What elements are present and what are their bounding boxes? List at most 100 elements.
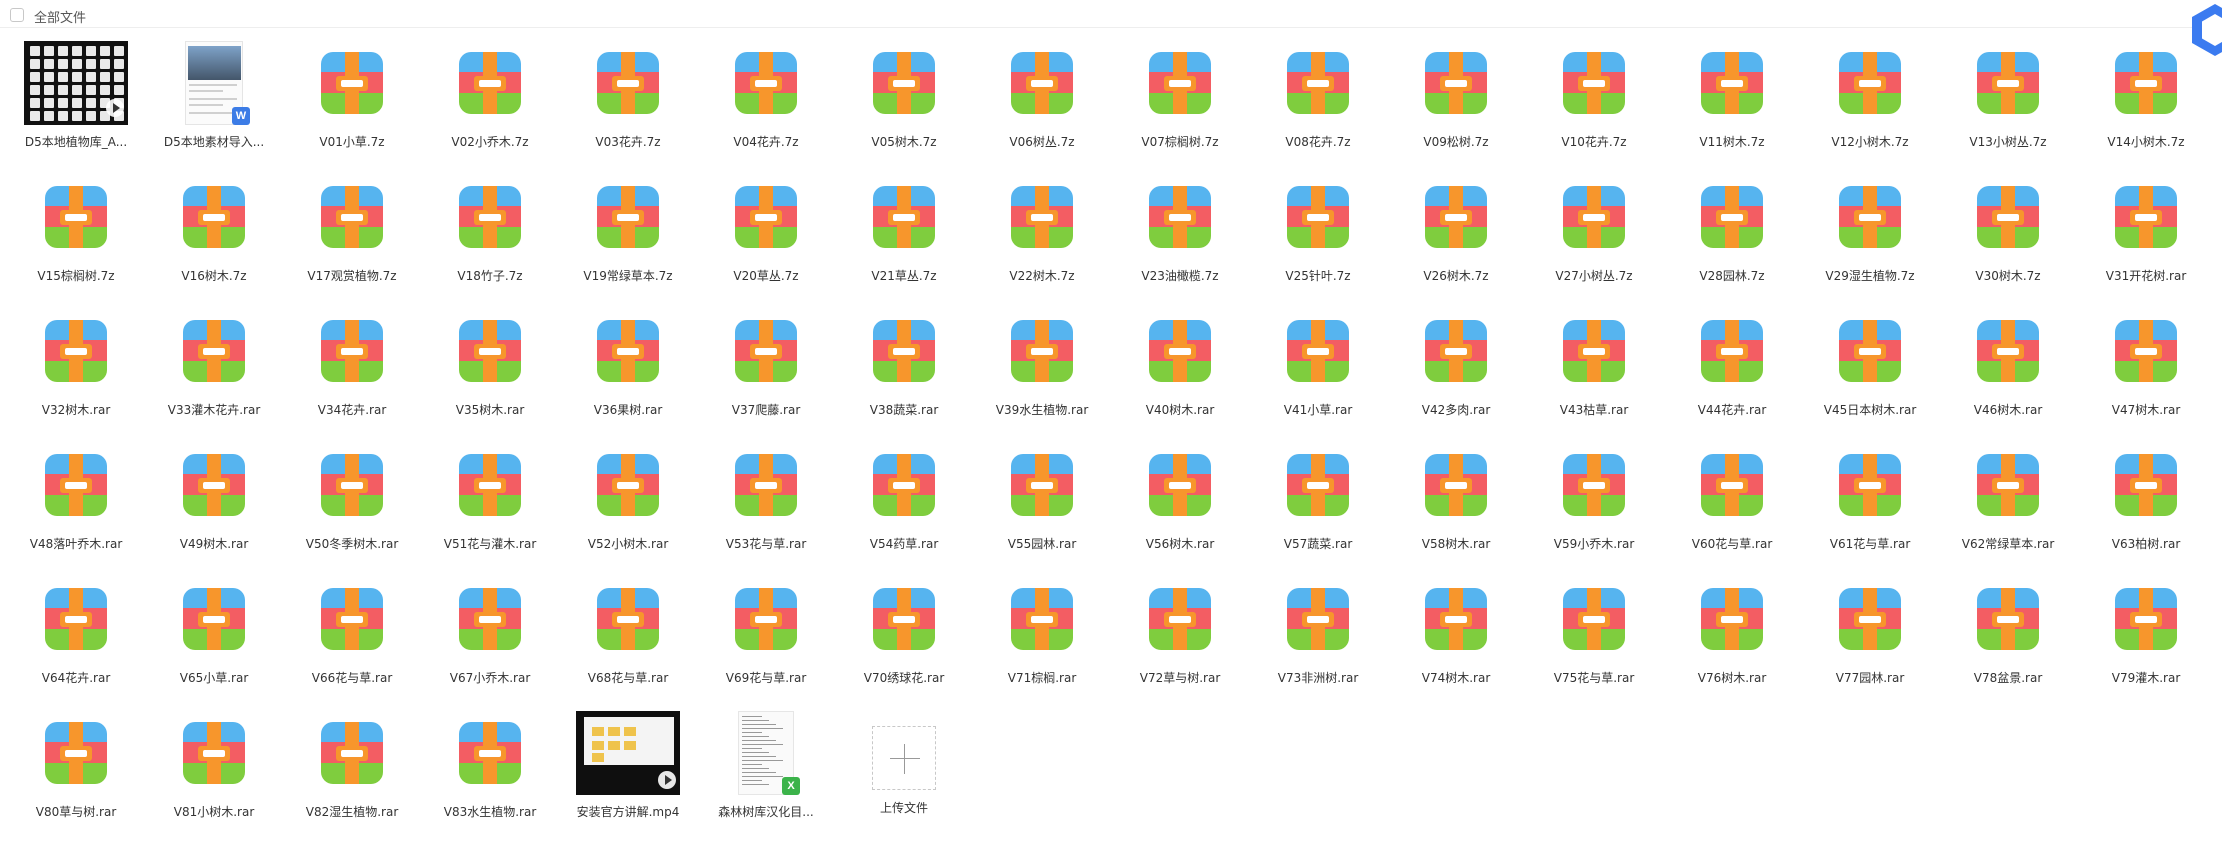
file-item[interactable]: V75花与草.rar [1525,572,1663,706]
file-name: 安装官方讲解.mp4 [576,805,680,819]
file-item[interactable]: V60花与草.rar [1663,438,1801,572]
file-item[interactable]: V56树木.rar [1111,438,1249,572]
upload-file-button[interactable]: 上传文件 [835,706,973,840]
file-name: V80草与树.rar [35,805,117,819]
file-item[interactable]: V41小草.rar [1249,304,1387,438]
archive-file-icon [2115,320,2177,382]
file-item[interactable]: V19常绿草本.7z [559,170,697,304]
file-item[interactable]: V40树木.rar [1111,304,1249,438]
file-item[interactable]: V49树木.rar [145,438,283,572]
file-item[interactable]: V70绣球花.rar [835,572,973,706]
file-item[interactable]: V35树木.rar [421,304,559,438]
file-item[interactable]: V57蔬菜.rar [1249,438,1387,572]
file-item[interactable]: V51花与灌木.rar [421,438,559,572]
file-item[interactable]: V76树木.rar [1663,572,1801,706]
file-item[interactable]: V28园林.7z [1663,170,1801,304]
file-item[interactable]: V31开花树.rar [2077,170,2215,304]
file-item[interactable]: V22树木.7z [973,170,1111,304]
file-item[interactable]: V61花与草.rar [1801,438,1939,572]
file-item[interactable]: V66花与草.rar [283,572,421,706]
file-item[interactable]: V55园林.rar [973,438,1111,572]
breadcrumb-all-files[interactable]: 全部文件 [34,7,86,26]
file-item[interactable]: V33灌木花卉.rar [145,304,283,438]
select-all-checkbox[interactable] [10,8,24,22]
file-item[interactable]: V37爬藤.rar [697,304,835,438]
file-name: V58树木.rar [1421,537,1491,551]
file-item[interactable]: V08花卉.7z [1249,36,1387,170]
file-item[interactable]: V83水生植物.rar [421,706,559,840]
file-item[interactable]: V58树木.rar [1387,438,1525,572]
file-item[interactable]: V74树木.rar [1387,572,1525,706]
file-item[interactable]: V01小草.7z [283,36,421,170]
file-item[interactable]: V68花与草.rar [559,572,697,706]
file-item[interactable]: V63柏树.rar [2077,438,2215,572]
file-item[interactable]: V12小树木.7z [1801,36,1939,170]
file-item[interactable]: V69花与草.rar [697,572,835,706]
file-item[interactable]: X 森林树库汉化目... [697,706,835,840]
file-item[interactable]: V25针叶.7z [1249,170,1387,304]
file-item[interactable]: W D5本地素材导入... [145,36,283,170]
file-item[interactable]: V18竹子.7z [421,170,559,304]
file-item[interactable]: V15棕榈树.7z [7,170,145,304]
file-thumbnail [1542,577,1646,661]
file-item[interactable]: V30树木.7z [1939,170,2077,304]
file-item[interactable]: V71棕榈.rar [973,572,1111,706]
file-item[interactable]: V13小树丛.7z [1939,36,2077,170]
file-item[interactable]: V80草与树.rar [7,706,145,840]
file-item[interactable]: V48落叶乔木.rar [7,438,145,572]
file-item[interactable]: V81小树木.rar [145,706,283,840]
upload-plus-icon[interactable] [872,726,936,790]
file-item[interactable]: V53花与草.rar [697,438,835,572]
file-item[interactable]: V17观赏植物.7z [283,170,421,304]
file-item[interactable]: V47树木.rar [2077,304,2215,438]
file-item[interactable]: V03花卉.7z [559,36,697,170]
file-item[interactable]: D5本地植物库_A... [7,36,145,170]
file-item[interactable]: V54药草.rar [835,438,973,572]
file-item[interactable]: V72草与树.rar [1111,572,1249,706]
file-item[interactable]: V27小树丛.7z [1525,170,1663,304]
file-item[interactable]: V52小树木.rar [559,438,697,572]
file-item[interactable]: V29湿生植物.7z [1801,170,1939,304]
file-item[interactable]: V21草丛.7z [835,170,973,304]
file-item[interactable]: V04花卉.7z [697,36,835,170]
file-item[interactable]: V82湿生植物.rar [283,706,421,840]
file-item[interactable]: V05树木.7z [835,36,973,170]
file-item[interactable]: V46树木.rar [1939,304,2077,438]
file-item[interactable]: V06树丛.7z [973,36,1111,170]
file-item[interactable]: V62常绿草本.rar [1939,438,2077,572]
file-item[interactable]: V44花卉.rar [1663,304,1801,438]
file-thumbnail [162,175,266,259]
file-item[interactable]: V64花卉.rar [7,572,145,706]
file-item[interactable]: V67小乔木.rar [421,572,559,706]
file-item[interactable]: V78盆景.rar [1939,572,2077,706]
file-item[interactable]: V26树木.7z [1387,170,1525,304]
file-item[interactable]: V79灌木.rar [2077,572,2215,706]
file-item[interactable]: V50冬季树木.rar [283,438,421,572]
file-item[interactable]: V38蔬菜.rar [835,304,973,438]
file-item[interactable]: V10花卉.7z [1525,36,1663,170]
file-item[interactable]: V39水生植物.rar [973,304,1111,438]
file-item[interactable]: 安装官方讲解.mp4 [559,706,697,840]
file-item[interactable]: V32树木.rar [7,304,145,438]
file-item[interactable]: V16树木.7z [145,170,283,304]
file-item[interactable]: V45日本树木.rar [1801,304,1939,438]
file-item[interactable]: V14小树木.7z [2077,36,2215,170]
file-item[interactable]: V42多肉.rar [1387,304,1525,438]
file-item[interactable]: V34花卉.rar [283,304,421,438]
file-name: V62常绿草本.rar [1961,537,2055,551]
file-item[interactable]: V09松树.7z [1387,36,1525,170]
file-item[interactable]: V07棕榈树.7z [1111,36,1249,170]
archive-file-icon [597,52,659,114]
file-item[interactable]: V36果树.rar [559,304,697,438]
file-thumbnail [1128,309,1232,393]
file-item[interactable]: V43枯草.rar [1525,304,1663,438]
file-item[interactable]: V20草丛.7z [697,170,835,304]
file-item[interactable]: V73非洲树.rar [1249,572,1387,706]
file-item[interactable]: V23油橄榄.7z [1111,170,1249,304]
file-item[interactable]: V65小草.rar [145,572,283,706]
file-item[interactable]: V11树木.7z [1663,36,1801,170]
file-item[interactable]: V77园林.rar [1801,572,1939,706]
file-item[interactable]: V59小乔木.rar [1525,438,1663,572]
file-thumbnail [852,711,956,795]
file-item[interactable]: V02小乔木.7z [421,36,559,170]
